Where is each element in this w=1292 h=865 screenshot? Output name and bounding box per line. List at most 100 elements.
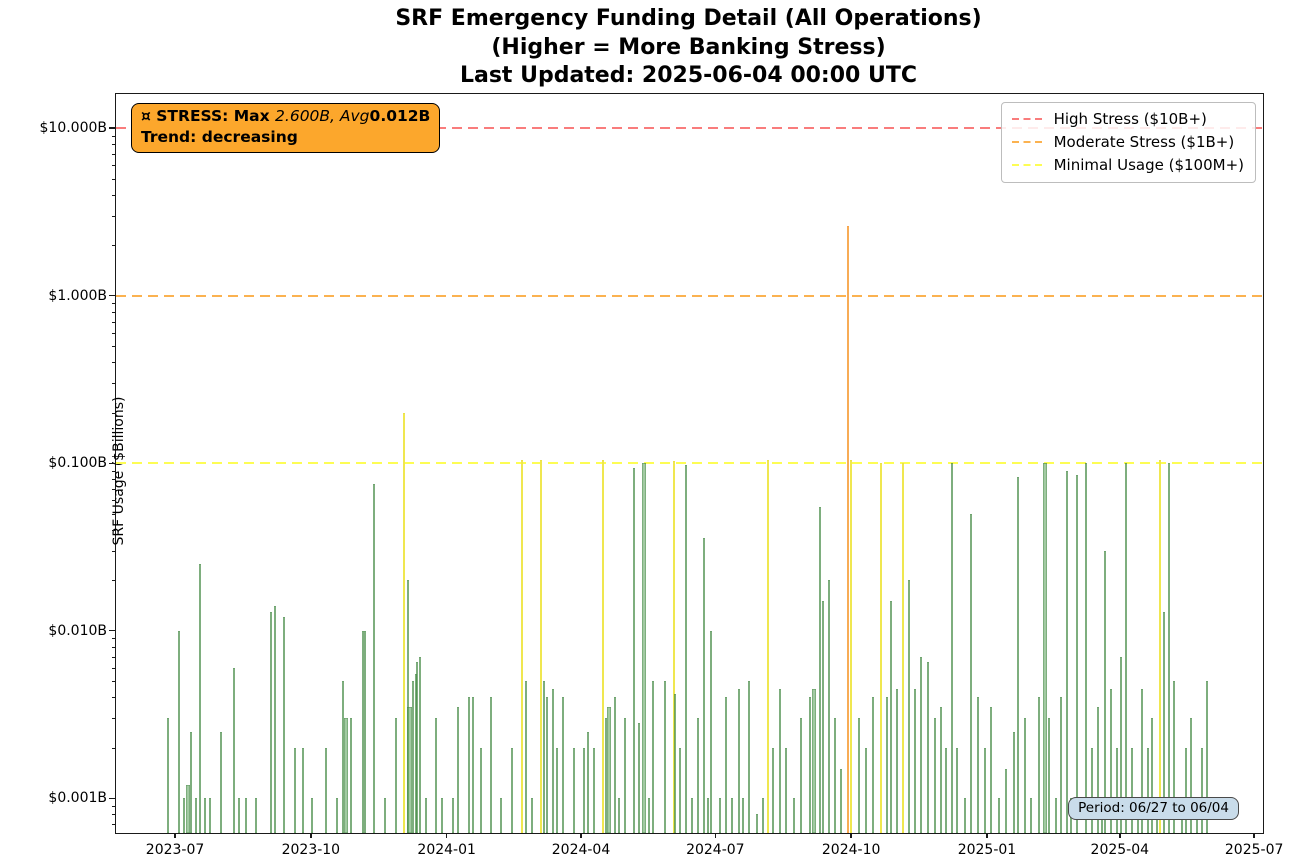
bar [984,748,986,833]
bar [767,460,769,833]
bar [1125,463,1127,833]
y-minor-tick [112,179,116,180]
y-minor-tick [112,814,116,815]
bar [245,798,247,833]
bar [977,697,979,833]
y-minor-tick [112,322,116,323]
bar [785,748,787,833]
bar [593,748,595,833]
x-major-tick [986,833,987,838]
bar [441,798,443,833]
bar [1024,718,1026,833]
bar [880,463,882,833]
bar [990,707,992,833]
x-tick-label: 2024-07 [670,842,760,858]
bar [642,463,646,833]
y-minor-tick [112,479,116,480]
y-minor-tick [112,500,116,501]
bar [1076,475,1078,833]
bar [350,718,352,833]
chart-title-line3: Last Updated: 2025-06-04 00:00 UTC [115,62,1262,91]
bar [822,601,824,833]
bar [679,748,681,833]
bar [1147,748,1149,833]
bar [362,631,364,833]
legend-item-high-stress: High Stress ($10B+) [1012,110,1244,128]
y-minor-tick [112,824,116,825]
bar [1043,463,1047,833]
bar [850,460,852,833]
bar [1085,463,1087,833]
y-minor-tick [112,383,116,384]
bar [828,580,830,833]
bar [412,681,414,833]
bar [674,694,676,833]
legend-item-minimal-usage: Minimal Usage ($100M+) [1012,156,1244,174]
bar [800,718,802,833]
legend-label: Minimal Usage ($100M+) [1054,156,1244,174]
moderate-stress-dash-icon [1012,141,1044,143]
bar [1201,748,1203,833]
bar [283,617,285,833]
bar [945,748,947,833]
bar [865,748,867,833]
y-minor-tick [112,195,116,196]
bar [927,662,929,833]
bar [685,465,687,833]
bar [896,689,898,833]
bar [1159,460,1161,833]
y-minor-tick [112,413,116,414]
bar [274,606,276,833]
bar [416,662,418,833]
bar [1030,798,1032,833]
bar [902,463,904,833]
y-minor-tick [112,530,116,531]
bar [691,798,693,833]
bar [1168,463,1170,833]
high-stress-dash-icon [1012,118,1044,120]
bar [220,732,222,833]
bar [934,718,936,833]
x-tick-label: 2023-07 [130,842,220,858]
x-tick-label: 2023-10 [266,842,356,858]
legend-label: High Stress ($10B+) [1054,110,1207,128]
bar [956,748,958,833]
bar [793,798,795,833]
legend-label: Moderate Stress ($1B+) [1054,133,1235,151]
x-tick-label: 2024-01 [402,842,492,858]
bar [1116,748,1118,833]
bar [395,718,397,833]
bar [178,631,180,833]
bar [756,814,758,833]
x-major-tick [1119,833,1120,838]
bar [1131,748,1133,833]
bar [255,798,257,833]
chart-title: SRF Emergency Funding Detail (All Operat… [115,5,1262,91]
y-minor-tick [112,165,116,166]
bar [812,689,816,833]
y-minor-tick [112,668,116,669]
bar [238,798,240,833]
x-major-tick [446,833,447,838]
bar [1185,748,1187,833]
x-major-tick [310,833,311,838]
bar [425,798,427,833]
currency-icon: ¤ [141,107,151,125]
bar [648,798,650,833]
y-major-tick [109,295,116,296]
bar [1005,769,1007,833]
bar [546,697,548,833]
y-minor-tick [112,303,116,304]
bar [858,718,860,833]
y-minor-tick [112,333,116,334]
bar [703,538,705,833]
bar [556,748,558,833]
bar [195,798,197,833]
bar [452,798,454,833]
bar [719,798,721,833]
y-tick-label: $0.010B [48,623,107,639]
bar [183,798,185,833]
bar [772,748,774,833]
bar [707,798,709,833]
bar [664,681,666,833]
